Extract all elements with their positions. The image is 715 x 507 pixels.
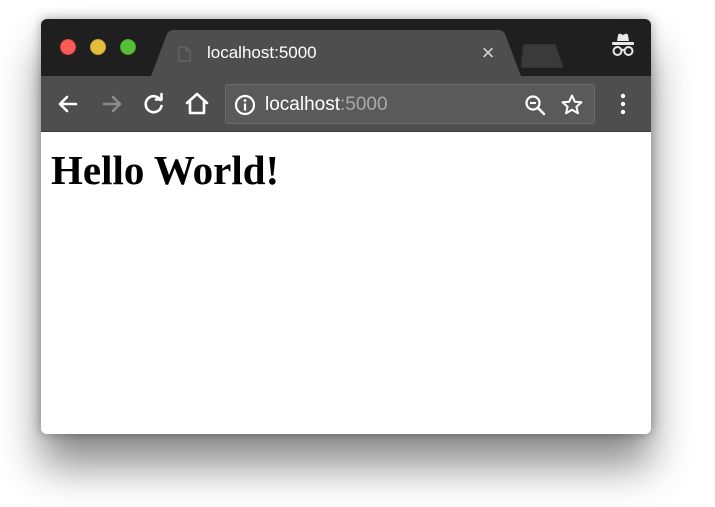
arrow-left-icon[interactable]: [54, 90, 82, 118]
star-icon[interactable]: [560, 93, 584, 117]
url-host: localhost: [265, 94, 340, 115]
window-maximize-button[interactable]: [120, 39, 136, 55]
home-icon[interactable]: [183, 90, 211, 118]
zoom-icon[interactable]: [524, 94, 546, 116]
window-close-button[interactable]: [60, 39, 76, 55]
page-icon: [178, 46, 191, 62]
address-url[interactable]: localhost:5000: [265, 94, 388, 116]
url-port: :5000: [340, 94, 388, 115]
page-heading: Hello World!: [51, 147, 280, 193]
page-viewport: Hello World!: [41, 132, 651, 434]
browser-toolbar: localhost:5000: [41, 76, 651, 132]
arrow-right-icon[interactable]: [98, 90, 126, 118]
browser-window: localhost:5000 × localhost:5000 Hello Wo…: [41, 19, 651, 434]
reload-icon[interactable]: [140, 90, 168, 118]
window-minimize-button[interactable]: [90, 39, 106, 55]
kebab-menu-icon[interactable]: [613, 90, 633, 118]
tab-close-button[interactable]: ×: [475, 40, 501, 66]
new-tab-button[interactable]: [515, 44, 565, 68]
address-bar[interactable]: localhost:5000: [225, 84, 595, 124]
incognito-icon[interactable]: [610, 32, 636, 60]
tab-title: localhost:5000: [207, 43, 317, 62]
info-icon[interactable]: [234, 94, 256, 116]
tab-strip: localhost:5000 ×: [41, 19, 651, 76]
